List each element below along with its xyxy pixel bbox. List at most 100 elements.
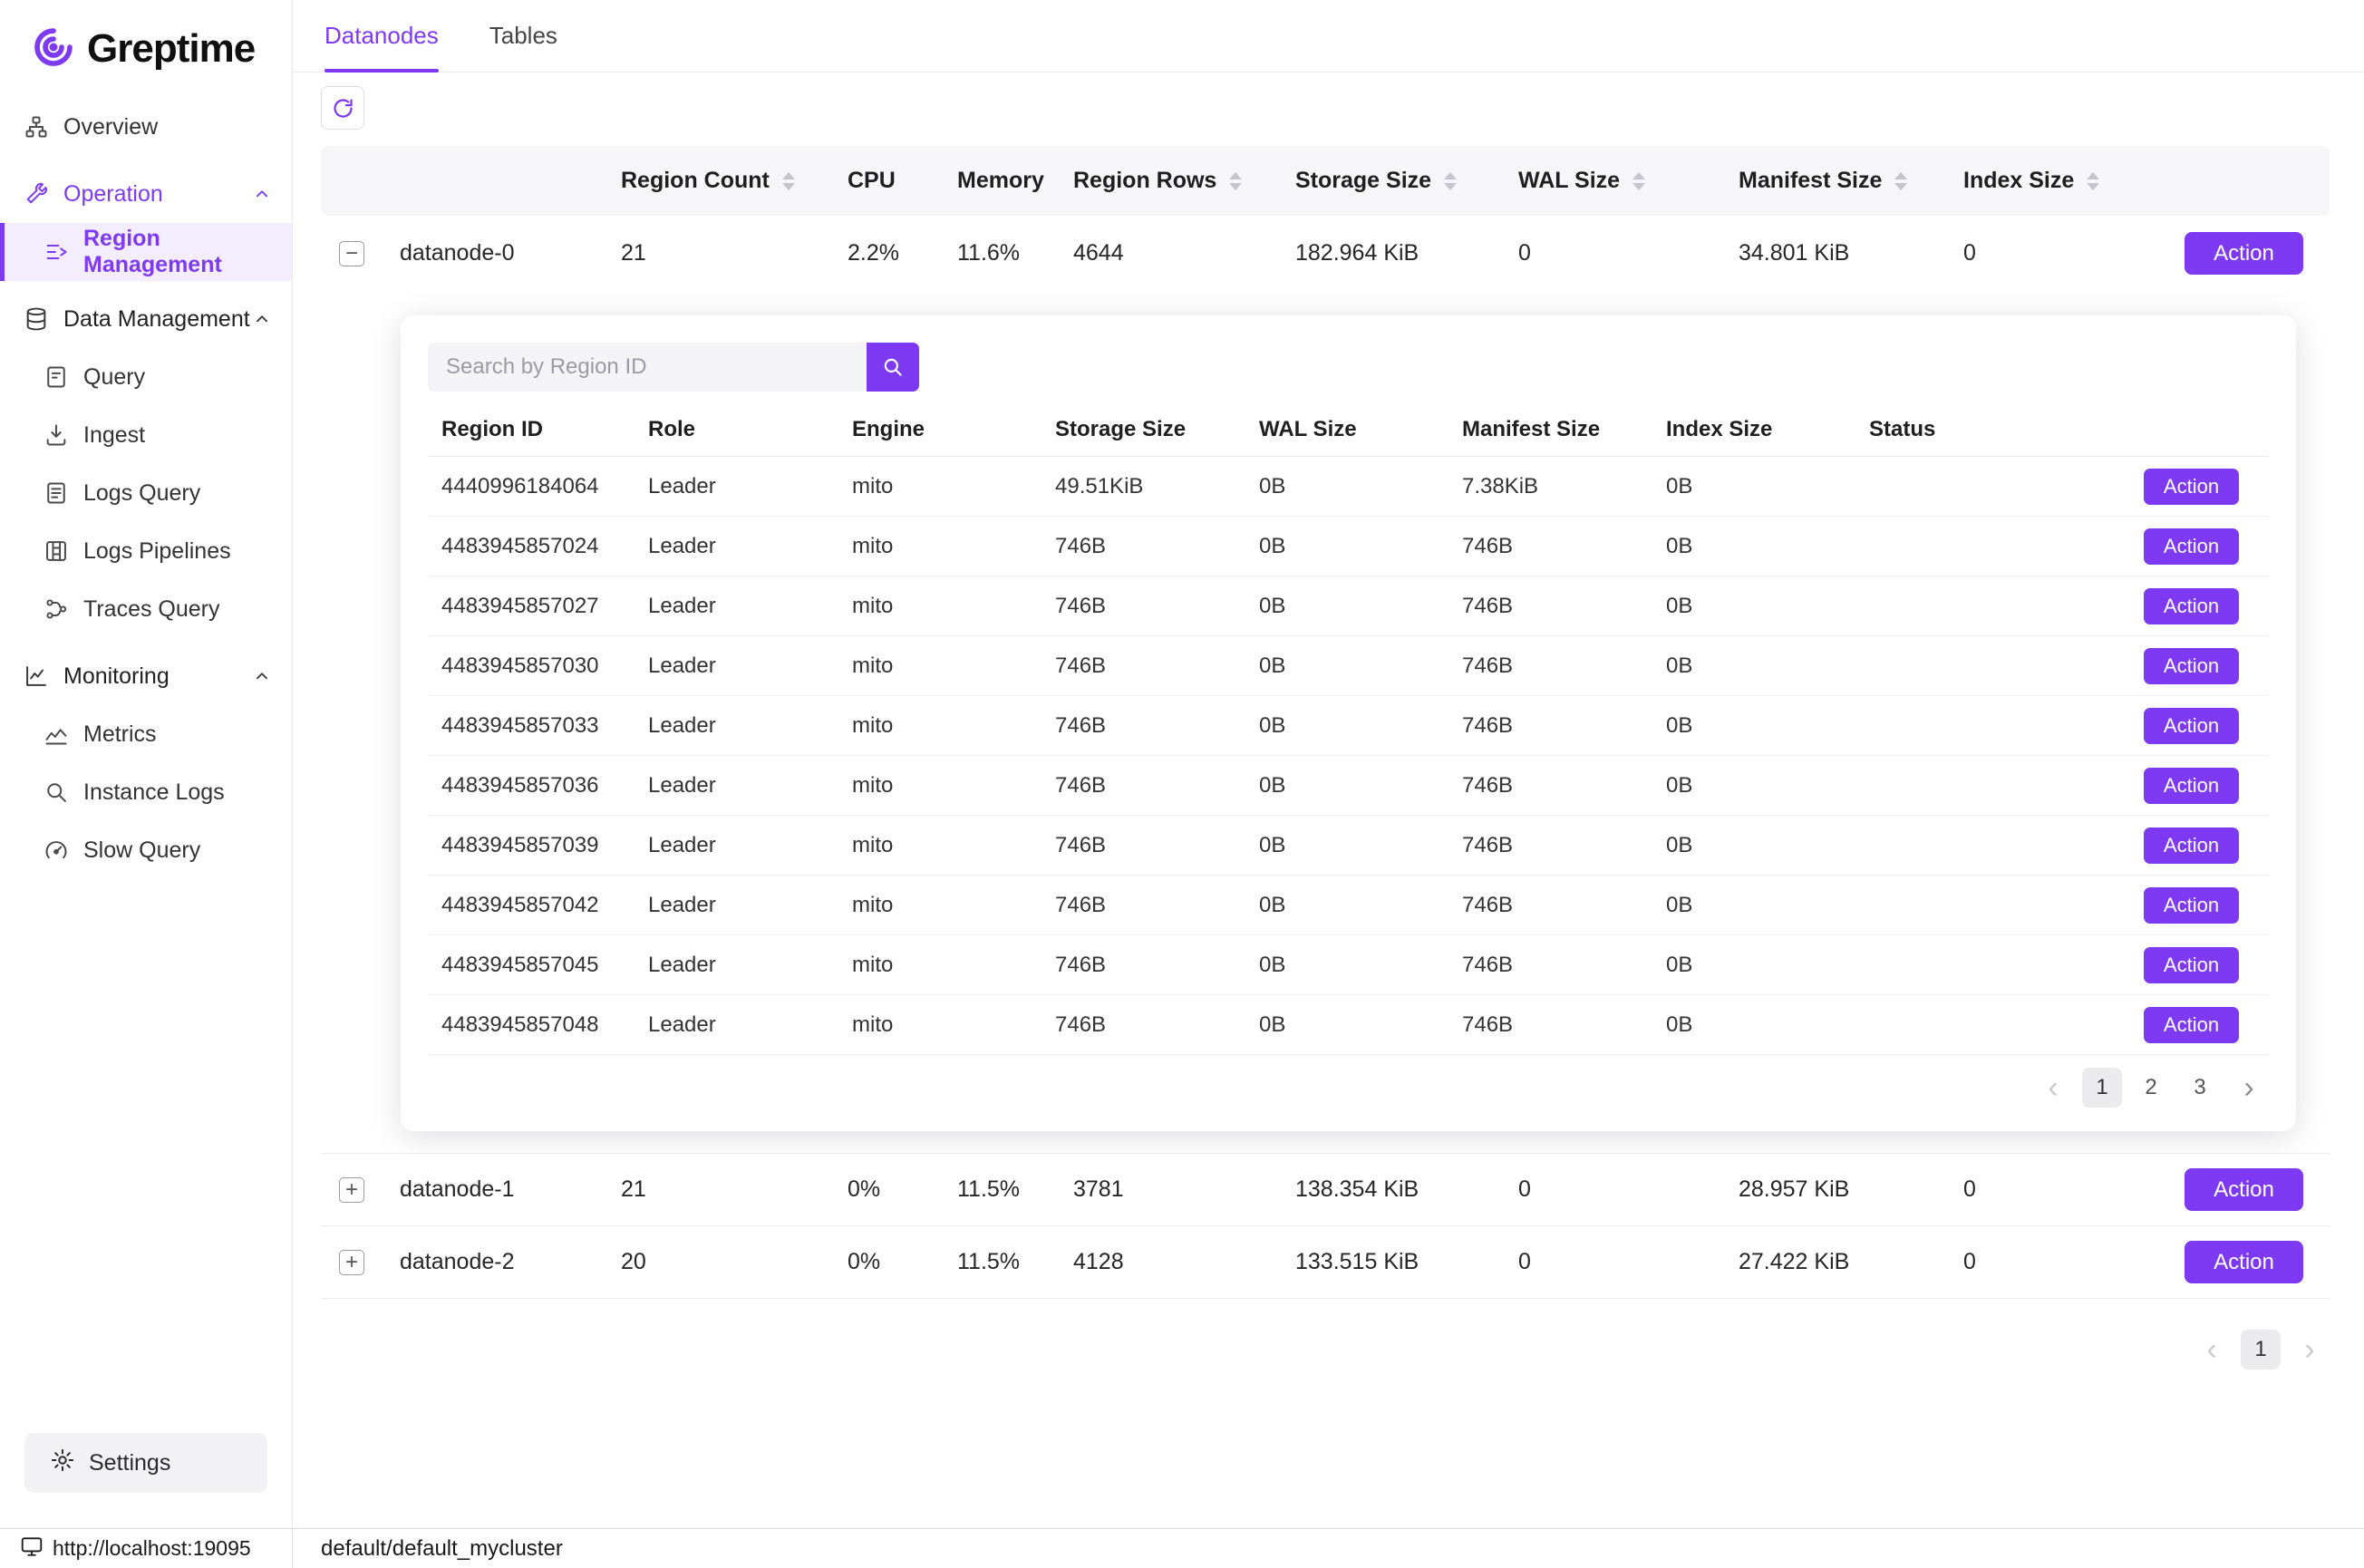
cell-region-rows: 3781 — [1073, 1176, 1295, 1203]
manifest-size-cell: 746B — [1462, 833, 1666, 858]
settings-label: Settings — [89, 1450, 170, 1476]
storage-size-cell: 746B — [1055, 893, 1259, 918]
col-wal-size: WAL Size — [1518, 168, 1739, 194]
collapse-row-button[interactable]: − — [339, 241, 364, 266]
page-1[interactable]: 1 — [2082, 1068, 2122, 1108]
index-size-cell: 0B — [1666, 953, 1869, 978]
wal-size-cell: 0B — [1259, 534, 1462, 559]
role-cell: Leader — [648, 893, 852, 918]
refresh-button[interactable] — [321, 86, 364, 130]
prev-page-icon[interactable]: ‹ — [2033, 1068, 2073, 1108]
sort-icon[interactable] — [1894, 172, 1907, 190]
manifest-size-cell: 746B — [1462, 1012, 1666, 1038]
sidebar-item-traces-query[interactable]: Traces Query — [0, 580, 292, 638]
region-row: 4483945857039Leadermito746B0B746B0BActio… — [428, 816, 2269, 876]
region-search-input[interactable] — [428, 343, 867, 392]
statusbar-host: http://localhost:19095 — [0, 1529, 293, 1568]
sort-icon[interactable] — [1444, 172, 1457, 190]
sidebar-section-operation[interactable]: Operation — [0, 165, 292, 223]
col-region-count: Region Count — [621, 168, 848, 194]
col-engine: Engine — [852, 417, 1055, 442]
page-1[interactable]: 1 — [2241, 1330, 2281, 1370]
storage-size-cell: 746B — [1055, 594, 1259, 619]
expand-row-button[interactable]: + — [339, 1177, 364, 1203]
sort-icon[interactable] — [1229, 172, 1242, 190]
page-3[interactable]: 3 — [2180, 1068, 2220, 1108]
datanode-row: + datanode-2 20 0% 11.5% 4128 133.515 Ki… — [321, 1226, 2330, 1299]
region-action-button[interactable]: Action — [2144, 708, 2239, 744]
action-button[interactable]: Action — [2185, 232, 2303, 275]
storage-size-cell: 746B — [1055, 713, 1259, 739]
manifest-size-cell: 746B — [1462, 773, 1666, 799]
logs-query-icon — [44, 480, 69, 506]
region-action-button[interactable]: Action — [2144, 768, 2239, 804]
storage-size-cell: 746B — [1055, 773, 1259, 799]
sidebar-section-monitoring[interactable]: Monitoring — [0, 647, 292, 705]
wal-size-cell: 0B — [1259, 653, 1462, 679]
index-size-cell: 0B — [1666, 773, 1869, 799]
sidebar-item-label: Monitoring — [63, 663, 170, 690]
prev-page-icon[interactable]: ‹ — [2192, 1330, 2232, 1370]
next-page-icon[interactable]: › — [2229, 1068, 2269, 1108]
sidebar-item-logs-pipelines[interactable]: Logs Pipelines — [0, 522, 292, 580]
sort-icon[interactable] — [2087, 172, 2099, 190]
region-row: 4483945857048Leadermito746B0B746B0BActio… — [428, 995, 2269, 1055]
sidebar-item-overview[interactable]: Overview — [0, 98, 292, 156]
instance-logs-icon — [44, 779, 69, 805]
datanode-row: − datanode-0 21 2.2% 11.6% 4644 182.964 … — [321, 216, 2330, 291]
sort-icon[interactable] — [782, 172, 795, 190]
monitoring-icon — [24, 663, 49, 689]
sidebar-item-logs-query[interactable]: Logs Query — [0, 464, 292, 522]
main-content: Datanodes Tables Region Count — [293, 0, 2364, 1528]
datanode-name: datanode-2 — [400, 1249, 621, 1275]
region-action-button[interactable]: Action — [2144, 947, 2239, 983]
slow-query-icon — [44, 837, 69, 863]
sidebar-nav: Overview Operation — [0, 98, 292, 879]
chevron-up-icon — [252, 666, 272, 686]
sidebar-item-region-management[interactable]: Region Management — [0, 223, 292, 281]
cell-manifest-size: 28.957 KiB — [1739, 1176, 1963, 1203]
role-cell: Leader — [648, 474, 852, 499]
sidebar-item-metrics[interactable]: Metrics — [0, 705, 292, 763]
sidebar-item-label: Data Management — [63, 306, 250, 333]
next-page-icon[interactable]: › — [2290, 1330, 2330, 1370]
wal-size-cell: 0B — [1259, 474, 1462, 499]
role-cell: Leader — [648, 773, 852, 799]
sidebar-item-instance-logs[interactable]: Instance Logs — [0, 763, 292, 821]
host-icon — [20, 1534, 44, 1563]
region-action-button[interactable]: Action — [2144, 648, 2239, 684]
sort-icon[interactable] — [1633, 172, 1645, 190]
region-action-button[interactable]: Action — [2144, 828, 2239, 864]
action-button[interactable]: Action — [2185, 1241, 2303, 1283]
expand-row-button[interactable]: + — [339, 1250, 364, 1275]
region-action-button[interactable]: Action — [2144, 1007, 2239, 1043]
sidebar-item-label: Metrics — [83, 721, 157, 748]
region-id-cell: 4483945857030 — [441, 653, 648, 679]
role-cell: Leader — [648, 1012, 852, 1038]
sidebar-item-query[interactable]: Query — [0, 348, 292, 406]
tab-datanodes[interactable]: Datanodes — [325, 0, 439, 73]
region-id-cell: 4483945857036 — [441, 773, 648, 799]
col-region-id: Region ID — [441, 417, 648, 442]
sidebar-item-label: Logs Query — [83, 480, 200, 507]
region-action-button[interactable]: Action — [2144, 588, 2239, 624]
region-action-button[interactable]: Action — [2144, 887, 2239, 924]
sidebar-item-ingest[interactable]: Ingest — [0, 406, 292, 464]
sidebar-item-label: Overview — [63, 114, 158, 140]
region-action-button[interactable]: Action — [2144, 469, 2239, 505]
col-region-rows: Region Rows — [1073, 168, 1295, 194]
settings-button[interactable]: Settings — [24, 1433, 267, 1493]
page-2[interactable]: 2 — [2131, 1068, 2171, 1108]
search-button[interactable] — [867, 343, 919, 392]
sidebar-item-slow-query[interactable]: Slow Query — [0, 821, 292, 879]
storage-size-cell: 746B — [1055, 953, 1259, 978]
action-button[interactable]: Action — [2185, 1168, 2303, 1211]
metrics-icon — [44, 721, 69, 747]
chevron-up-icon — [252, 184, 272, 204]
sidebar-section-data-management[interactable]: Data Management — [0, 290, 292, 348]
region-action-button[interactable]: Action — [2144, 528, 2239, 565]
storage-size-cell: 746B — [1055, 653, 1259, 679]
role-cell: Leader — [648, 953, 852, 978]
region-id-cell: 4483945857027 — [441, 594, 648, 619]
tab-tables[interactable]: Tables — [489, 0, 557, 73]
